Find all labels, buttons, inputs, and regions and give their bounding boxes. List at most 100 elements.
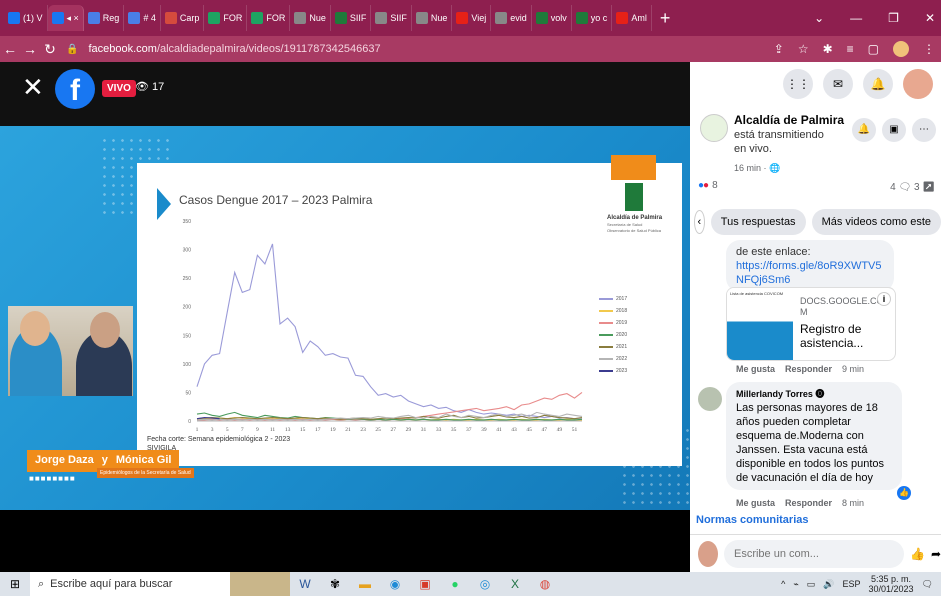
word-icon[interactable]: W bbox=[290, 572, 320, 596]
comment-1-actions: Me gusta Responder 9 min bbox=[736, 364, 864, 374]
like-link-2[interactable]: Me gusta bbox=[736, 498, 775, 508]
browser-tab[interactable]: SIIF bbox=[331, 5, 372, 31]
save-icon[interactable]: ▣ bbox=[882, 118, 906, 142]
whatsapp-icon[interactable]: ● bbox=[440, 572, 470, 596]
windows-start-icon[interactable]: ⊞ bbox=[0, 577, 30, 591]
new-tab-button[interactable]: + bbox=[660, 8, 671, 29]
address-bar: ← → ↻ 🔒 facebook.com/alcaldiadepalmira/v… bbox=[0, 36, 941, 62]
org-logo-icon bbox=[625, 183, 643, 211]
video-player[interactable]: ✕ f VIVO 👁 17 Casos Dengue 2017 – 2023 P… bbox=[0, 62, 690, 572]
sidebar-icon[interactable]: ▢ bbox=[868, 42, 879, 56]
tab-label: yo c bbox=[590, 13, 608, 23]
news-widget-icon[interactable] bbox=[230, 572, 290, 596]
tab-favicon-icon bbox=[334, 12, 347, 24]
more-options-icon[interactable]: ⋯ bbox=[912, 118, 936, 142]
chart-legend: 2017 2018 2019 2020 2021 2022 2023 bbox=[599, 293, 627, 377]
url-field[interactable]: facebook.com/alcaldiadepalmira/videos/19… bbox=[88, 43, 380, 55]
chrome-icon[interactable]: ◍ bbox=[530, 572, 560, 596]
close-video-icon[interactable]: ✕ bbox=[22, 72, 44, 103]
tab-label: # 4 bbox=[143, 13, 156, 23]
messenger-icon[interactable]: ✉ bbox=[823, 69, 853, 99]
browser-tab[interactable]: Reg bbox=[84, 5, 125, 31]
browser-tab[interactable]: Carp bbox=[161, 5, 205, 31]
browser-tab[interactable]: Nue bbox=[412, 5, 453, 31]
chip-your-responses[interactable]: Tus respuestas bbox=[710, 209, 806, 235]
browser-tab[interactable]: SIIF bbox=[371, 5, 412, 31]
page-name[interactable]: Alcaldía de Palmira bbox=[734, 113, 844, 127]
browser-tab[interactable]: # 4 bbox=[124, 5, 161, 31]
browser-menu-icon[interactable]: ⋮ bbox=[923, 42, 935, 56]
info-icon[interactable]: i bbox=[877, 292, 891, 306]
forward-icon[interactable]: → bbox=[20, 41, 40, 57]
comment-input[interactable] bbox=[723, 539, 904, 568]
browser-tab[interactable]: ◂ × bbox=[47, 5, 84, 31]
comment-2-text: Las personas mayores de 18 años pueden c… bbox=[736, 402, 884, 484]
chip-more-videos[interactable]: Más videos como este bbox=[811, 209, 941, 235]
taskbar-search-placeholder: Escribe aquí para buscar bbox=[50, 578, 173, 590]
reaction-summary[interactable]: ● ● 8 bbox=[698, 180, 718, 191]
browser-tab[interactable]: evid bbox=[491, 5, 532, 31]
volume-icon[interactable]: 🔊 bbox=[823, 579, 834, 590]
tray-chevron-icon[interactable]: ^ bbox=[781, 579, 785, 589]
close-window-icon[interactable]: ✕ bbox=[925, 11, 935, 25]
taskbar-search[interactable]: ⌕ Escribe aquí para buscar bbox=[30, 572, 230, 596]
page-avatar[interactable] bbox=[700, 114, 728, 142]
battery-icon[interactable]: ▭ bbox=[807, 579, 816, 590]
comment-2-author[interactable]: Millerlandy Torres ⓿ bbox=[736, 387, 892, 401]
follow-bell-icon[interactable]: 🔔 bbox=[852, 118, 876, 142]
extensions-icon[interactable]: ✱ bbox=[823, 42, 833, 56]
app-icon[interactable]: ✾ bbox=[320, 572, 350, 596]
thumbs-up-icon[interactable]: 👍 bbox=[910, 547, 925, 561]
comment-share-counts[interactable]: 4 🗨 3 ↗ bbox=[890, 182, 935, 193]
comment-icon: 🗨 bbox=[898, 182, 912, 193]
reply-link-2[interactable]: Responder bbox=[785, 498, 832, 508]
commenter-avatar[interactable] bbox=[698, 387, 722, 411]
x-tick-label: 15 bbox=[300, 427, 306, 433]
community-standards-link[interactable]: Normas comunitarias bbox=[696, 514, 808, 526]
browser-tab[interactable]: Nue bbox=[290, 5, 331, 31]
like-link[interactable]: Me gusta bbox=[736, 364, 775, 374]
bookmark-star-icon[interactable]: ☆ bbox=[798, 42, 809, 56]
minimize-icon[interactable]: — bbox=[850, 11, 862, 25]
tab-favicon-icon bbox=[8, 12, 20, 24]
edge-icon[interactable]: ◉ bbox=[380, 572, 410, 596]
legend-label: 2022 bbox=[616, 356, 628, 362]
pdf-icon[interactable]: ▣ bbox=[410, 572, 440, 596]
reading-list-icon[interactable]: ≡ bbox=[847, 42, 854, 56]
x-tick-label: 29 bbox=[406, 427, 412, 433]
chevron-left-icon[interactable]: ‹ bbox=[694, 210, 705, 234]
reload-icon[interactable]: ↻ bbox=[40, 41, 60, 58]
comment-1-link[interactable]: https://forms.gle/8oR9XWTV5NFQj6Sm6 bbox=[736, 259, 884, 287]
legend-entry: 2021 bbox=[599, 341, 627, 353]
language-indicator[interactable]: ESP bbox=[843, 579, 861, 589]
share-page-icon[interactable]: ⇪ bbox=[774, 42, 784, 56]
browser-tab[interactable]: FOR bbox=[247, 5, 291, 31]
browser-tab[interactable]: Aml bbox=[612, 5, 652, 31]
excel-icon[interactable]: X bbox=[500, 572, 530, 596]
browser-tab[interactable]: volv bbox=[532, 5, 572, 31]
tab-search-icon[interactable]: ⌄ bbox=[814, 11, 824, 25]
reply-link[interactable]: Responder bbox=[785, 364, 832, 374]
clock[interactable]: 5:35 p. m. 30/01/2023 bbox=[869, 574, 914, 594]
user-avatar[interactable] bbox=[903, 69, 933, 99]
dengue-line-chart: 0501001502002503003501 3 5 7 9 11 13 15 17 19 21 23… bbox=[183, 219, 583, 433]
back-icon[interactable]: ← bbox=[0, 41, 20, 57]
series-line-2017 bbox=[196, 243, 583, 420]
wifi-app-icon[interactable]: ◎ bbox=[470, 572, 500, 596]
file-explorer-icon[interactable]: ▬ bbox=[350, 572, 380, 596]
browser-tab[interactable]: (1) V bbox=[4, 5, 48, 31]
legend-swatch bbox=[599, 310, 613, 312]
share-arrow-icon[interactable]: ➦ bbox=[931, 547, 941, 561]
network-icon[interactable]: ⌁ bbox=[793, 579, 798, 590]
restore-icon[interactable]: ❐ bbox=[888, 11, 899, 25]
browser-tab[interactable]: Viej bbox=[452, 5, 492, 31]
menu-grid-icon[interactable]: ⋮⋮ bbox=[783, 69, 813, 99]
facebook-logo-icon[interactable]: f bbox=[55, 69, 95, 109]
comment-bubble-2: Millerlandy Torres ⓿ Las personas mayore… bbox=[726, 382, 902, 490]
browser-tab[interactable]: FOR bbox=[204, 5, 248, 31]
notifications-bell-icon[interactable]: 🔔 bbox=[863, 69, 893, 99]
link-preview-card[interactable]: Lista de asistencia COVICOM DOCS.GOOGLE.… bbox=[726, 287, 896, 361]
profile-avatar[interactable] bbox=[893, 41, 909, 57]
notification-center-icon[interactable]: 🗨 bbox=[922, 579, 933, 590]
browser-tab[interactable]: yo c bbox=[572, 5, 613, 31]
